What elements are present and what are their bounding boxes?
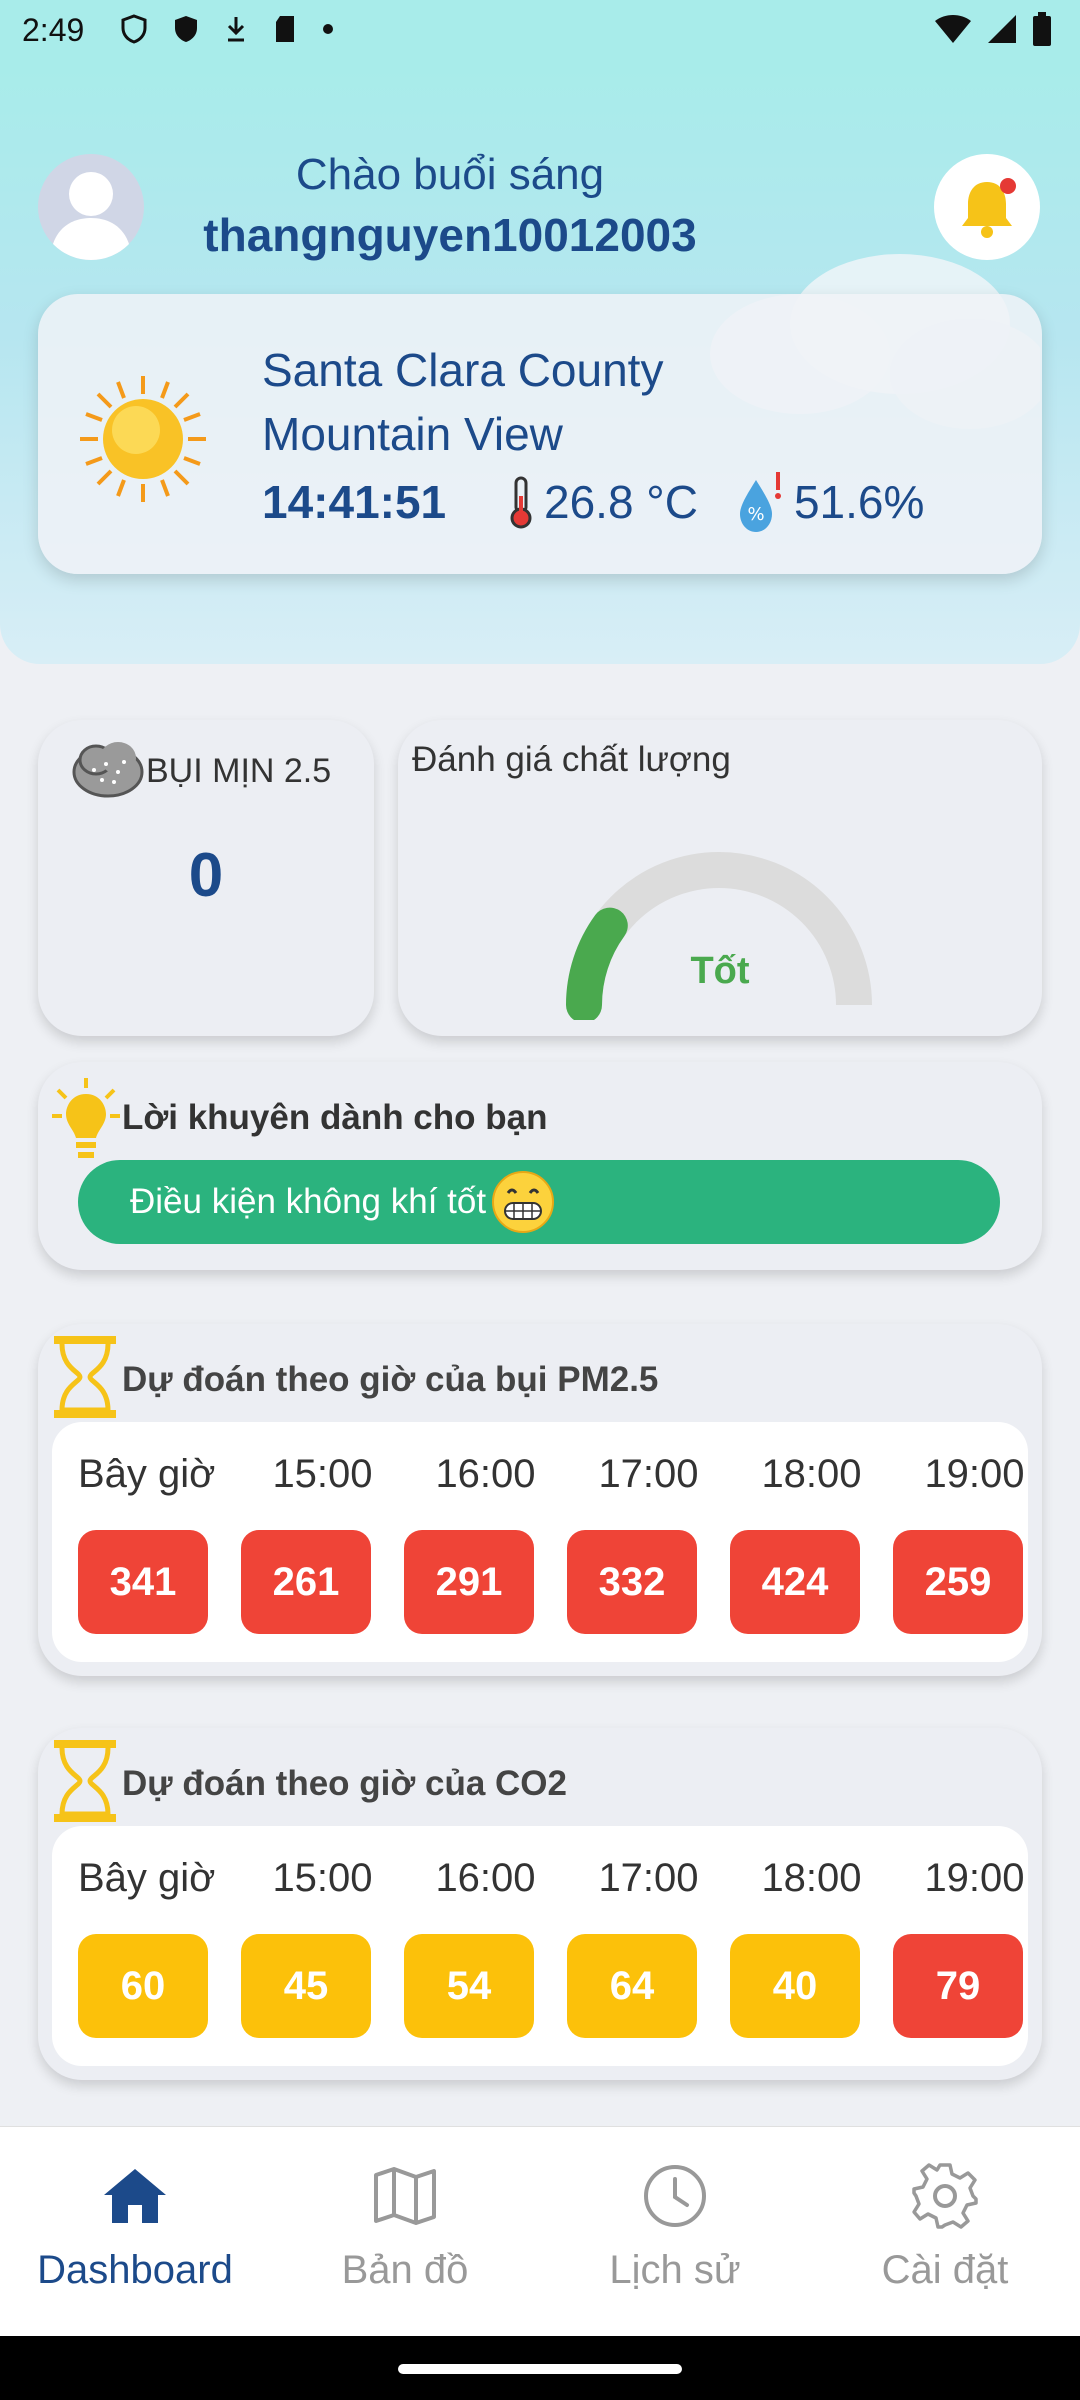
forecast-pm25-title: Dự đoán theo giờ của bụi PM2.5 (122, 1360, 659, 1399)
gear-icon (912, 2163, 978, 2229)
status-system-icons (934, 12, 1052, 46)
pm25-title: BỤI MỊN 2.5 (146, 752, 332, 790)
forecast-hour: 16:00 (435, 1452, 536, 1496)
current-time: 14:41:51 (262, 476, 447, 528)
forecast-value-badge: 261 (241, 1530, 371, 1634)
dust-cloud-icon (72, 742, 144, 798)
battery-icon (1033, 12, 1051, 46)
download-icon (227, 17, 245, 42)
quality-gauge (566, 852, 872, 1020)
avatar[interactable] (38, 154, 144, 260)
forecast-value-badge: 64 (567, 1934, 697, 2038)
forecast-value-badge: 40 (730, 1934, 860, 2038)
forecast-hour: 15:00 (272, 1856, 373, 1900)
forecast-value-badge: 54 (404, 1934, 534, 2038)
advice-title: Lời khuyên dành cho bạn (122, 1098, 548, 1137)
nav-history[interactable]: Lịch sử (540, 2161, 810, 2293)
status-time: 2:49 (22, 12, 85, 48)
status-bar: 2:49 (0, 0, 1080, 64)
map-icon (374, 2167, 436, 2225)
quality-title: Đánh giá chất lượng (412, 740, 731, 779)
advice-card: Lời khuyên dành cho bạn Điều kiện không … (38, 1062, 1042, 1270)
forecast-hour: 17:00 (598, 1856, 699, 1900)
clock-icon (644, 2165, 706, 2227)
greeting-text: Chào buổi sáng (295, 150, 605, 199)
location-county: Santa Clara County (262, 344, 664, 396)
temperature-value: 26.8 °C (544, 476, 698, 528)
home-gesture-handle[interactable] (398, 2364, 682, 2374)
forecast-co2-scroll[interactable]: Bây giờ 15:00 16:00 17:00 18:00 19:00 60… (52, 1826, 1028, 2066)
wifi-icon (935, 15, 971, 43)
nav-label: Cài đặt (881, 2248, 1009, 2292)
location-card: Santa Clara County Mountain View 14:41:5… (38, 294, 1042, 574)
forecast-co2-hours: Bây giờ 15:00 16:00 17:00 18:00 19:00 (78, 1856, 1028, 1901)
forecast-value-badge: 424 (730, 1530, 860, 1634)
humidity-value: 51.6% (793, 476, 925, 528)
pm25-value: 0 (188, 841, 224, 910)
quality-label: Tốt (690, 950, 750, 992)
advice-message: Điều kiện không khí tốt (78, 1160, 1000, 1244)
forecast-value-badge: 45 (241, 1934, 371, 2038)
forecast-co2-values: 60 45 54 64 40 79 (78, 1934, 1028, 2038)
forecast-pm25-hours: Bây giờ 15:00 16:00 17:00 18:00 19:00 (78, 1452, 1028, 1497)
home-icon (104, 2169, 166, 2223)
forecast-hour: 19:00 (924, 1452, 1025, 1496)
dot-icon (323, 24, 333, 34)
bottom-nav: Dashboard Bản đồ Lịch sử Cài đặt (0, 2126, 1080, 2336)
shield-outline-icon (121, 14, 147, 44)
forecast-value-badge: 79 (893, 1934, 1023, 2038)
greeting: Chào buổi sáng thangnguyen10012003 (180, 150, 720, 262)
nav-map[interactable]: Bản đồ (270, 2161, 540, 2293)
sun-icon (80, 376, 206, 502)
grinning-emoji-icon (492, 1171, 555, 1233)
advice-text: Điều kiện không khí tốt (130, 1182, 487, 1221)
forecast-value-badge: 332 (567, 1530, 697, 1634)
lightbulb-icon (52, 1078, 120, 1158)
forecast-hour: 16:00 (435, 1856, 536, 1900)
nav-label: Bản đồ (341, 2248, 469, 2292)
forecast-pm25-card: Dự đoán theo giờ của bụi PM2.5 Bây giờ 1… (38, 1324, 1042, 1676)
sd-card-icon (276, 16, 294, 42)
hourglass-icon (54, 1336, 116, 1418)
location-text: Santa Clara County Mountain View (262, 338, 663, 466)
shield-icon (175, 16, 197, 42)
signal-icon (988, 15, 1016, 43)
humidity-icon: % (739, 472, 781, 532)
user-icon (50, 172, 132, 260)
forecast-value-badge: 60 (78, 1934, 208, 2038)
forecast-hour: 19:00 (924, 1856, 1025, 1900)
forecast-co2-card: Dự đoán theo giờ của CO2 Bây giờ 15:00 1… (38, 1728, 1042, 2080)
forecast-co2-title: Dự đoán theo giờ của CO2 (122, 1764, 567, 1803)
notification-button[interactable] (934, 154, 1040, 260)
gesture-bar (0, 2336, 1080, 2400)
status-notification-icons (120, 14, 334, 44)
nav-settings[interactable]: Cài đặt (810, 2161, 1080, 2293)
forecast-hour: 18:00 (761, 1856, 862, 1900)
pm25-card[interactable]: BỤI MỊN 2.5 0 (38, 720, 374, 1036)
nav-label: Dashboard (37, 2248, 233, 2292)
bell-icon (962, 178, 1016, 238)
forecast-hour: 15:00 (272, 1452, 373, 1496)
forecast-hour: 18:00 (761, 1452, 862, 1496)
location-metrics: 14:41:51 26.8 °C % 51.6% (262, 470, 960, 534)
nav-dashboard[interactable]: Dashboard (0, 2161, 270, 2293)
forecast-value-badge: 341 (78, 1530, 208, 1634)
temperature: 26.8 °C (506, 474, 698, 530)
forecast-pm25-scroll[interactable]: Bây giờ 15:00 16:00 17:00 18:00 19:00 34… (52, 1422, 1028, 1662)
forecast-hour: 17:00 (598, 1452, 699, 1496)
forecast-value-badge: 259 (893, 1530, 1023, 1634)
forecast-value-badge: 291 (404, 1530, 534, 1634)
username: thangnguyen10012003 (203, 209, 697, 261)
nav-label: Lịch sử (609, 2248, 741, 2292)
forecast-hour: Bây giờ (78, 1856, 216, 1900)
hourglass-icon (54, 1740, 116, 1822)
thermometer-icon (510, 476, 532, 529)
humidity: % 51.6% (734, 470, 924, 534)
svg-text:%: % (747, 504, 764, 525)
location-city: Mountain View (262, 408, 563, 460)
quality-card[interactable]: Đánh giá chất lượng Tốt (398, 720, 1042, 1036)
forecast-pm25-values: 341 261 291 332 424 259 (78, 1530, 1028, 1634)
forecast-hour: Bây giờ (78, 1452, 216, 1496)
